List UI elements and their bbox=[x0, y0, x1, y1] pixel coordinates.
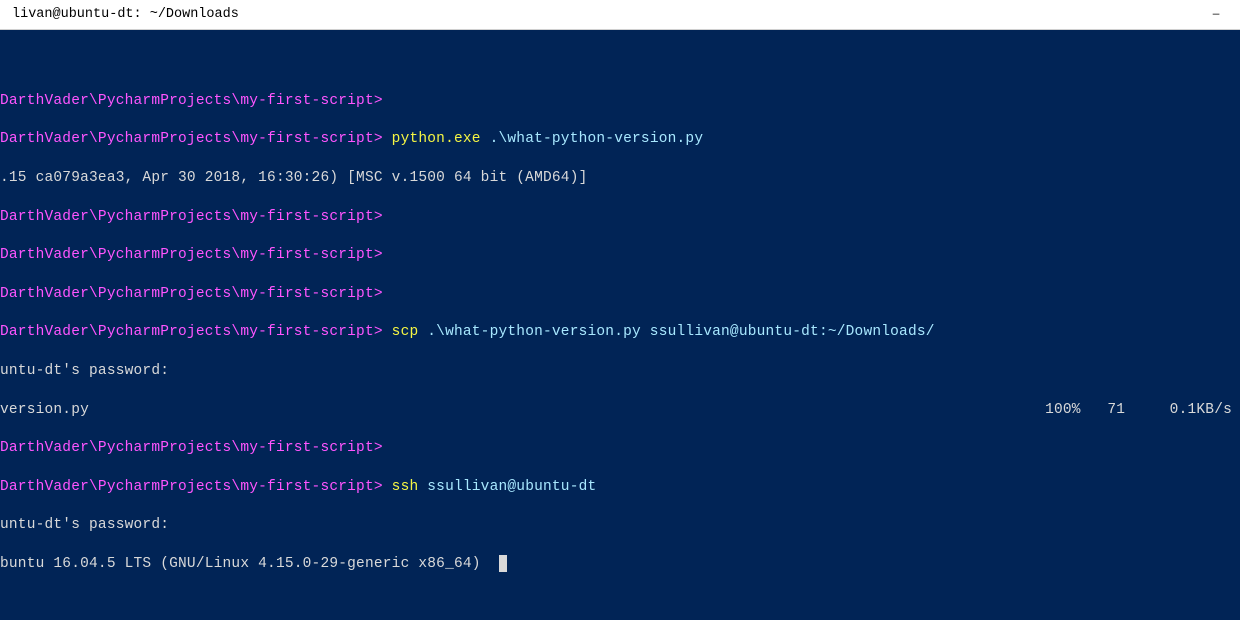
ps-prompt: DarthVader\PycharmProjects\my-first-scri… bbox=[0, 324, 383, 340]
output-text: .15 ca079a3ea3, Apr 30 2018, 16:30:26) [… bbox=[0, 170, 588, 186]
ps-prompt: DarthVader\PycharmProjects\my-first-scri… bbox=[0, 440, 383, 456]
output-text: untu-dt's password: bbox=[0, 363, 169, 379]
ps-prompt: DarthVader\PycharmProjects\my-first-scri… bbox=[0, 93, 383, 109]
command-arg: .\what-python-version.py ssullivan@ubunt… bbox=[418, 324, 934, 340]
window-controls: — bbox=[1202, 5, 1230, 25]
minimize-button[interactable]: — bbox=[1202, 5, 1230, 25]
ps-prompt: DarthVader\PycharmProjects\my-first-scri… bbox=[0, 247, 383, 263]
ps-prompt: DarthVader\PycharmProjects\my-first-scri… bbox=[0, 286, 383, 302]
terminal-content[interactable]: DarthVader\PycharmProjects\my-first-scri… bbox=[0, 30, 1240, 620]
output-text: buntu 16.04.5 LTS (GNU/Linux 4.15.0-29-g… bbox=[0, 556, 481, 572]
output-text: version.py bbox=[0, 401, 89, 420]
output-text: untu-dt's password: bbox=[0, 517, 169, 533]
command: ssh bbox=[383, 479, 419, 495]
ps-prompt: DarthVader\PycharmProjects\my-first-scri… bbox=[0, 209, 383, 225]
command-arg: ssullivan@ubuntu-dt bbox=[418, 479, 596, 495]
cursor-icon bbox=[499, 555, 507, 572]
window-title: livan@ubuntu-dt: ~/Downloads bbox=[10, 7, 239, 22]
command: python.exe bbox=[383, 131, 481, 147]
transfer-stats: 100% 71 0.1KB/s bbox=[1045, 401, 1236, 420]
window-titlebar: livan@ubuntu-dt: ~/Downloads — bbox=[0, 0, 1240, 30]
command-arg: .\what-python-version.py bbox=[481, 131, 704, 147]
ps-prompt: DarthVader\PycharmProjects\my-first-scri… bbox=[0, 479, 383, 495]
command: scp bbox=[383, 324, 419, 340]
ps-prompt: DarthVader\PycharmProjects\my-first-scri… bbox=[0, 131, 383, 147]
